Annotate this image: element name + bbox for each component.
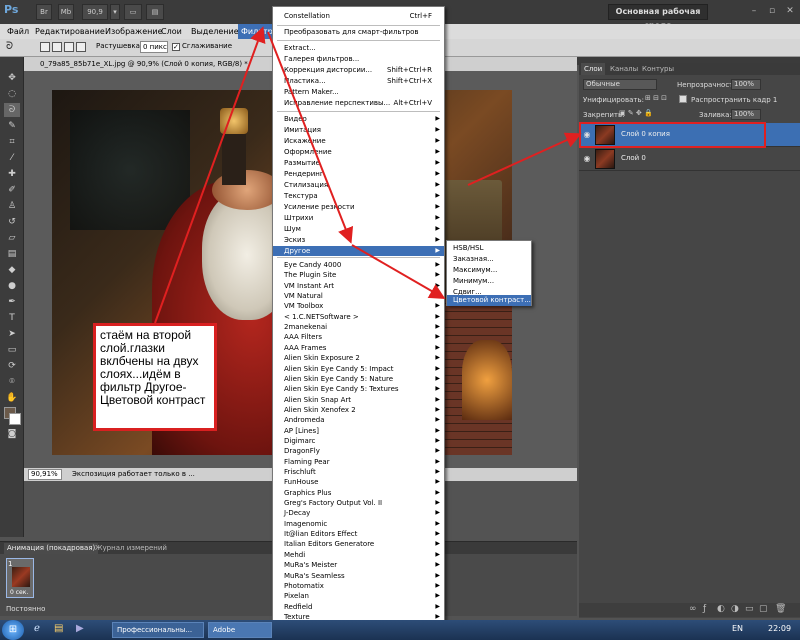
arrow-to-filter-menu xyxy=(154,26,266,324)
quicklaunch-ie-icon[interactable]: ℯ xyxy=(34,623,48,637)
taskbar-task[interactable]: Adobe Photosh... xyxy=(208,622,272,638)
annotation-arrows xyxy=(154,26,766,324)
quicklaunch-media-icon[interactable]: ▶ xyxy=(76,623,90,637)
language-indicator[interactable]: EN xyxy=(732,624,743,633)
taskbar-task[interactable]: Профессиональны... xyxy=(112,622,204,638)
quicklaunch-folder-icon[interactable]: ▤ xyxy=(54,623,68,637)
layer-highlight-box xyxy=(579,122,766,148)
arrow-to-other-item xyxy=(267,31,354,244)
arrow-to-layer xyxy=(467,132,582,186)
start-button-icon[interactable]: ⊞ xyxy=(2,620,24,640)
clock[interactable]: 22:09 xyxy=(768,624,791,633)
windows-taskbar: ⊞ ℯ ▤ ▶ Профессиональны... Adobe Photosh… xyxy=(0,620,800,640)
arrow-to-high-pass xyxy=(351,244,446,300)
